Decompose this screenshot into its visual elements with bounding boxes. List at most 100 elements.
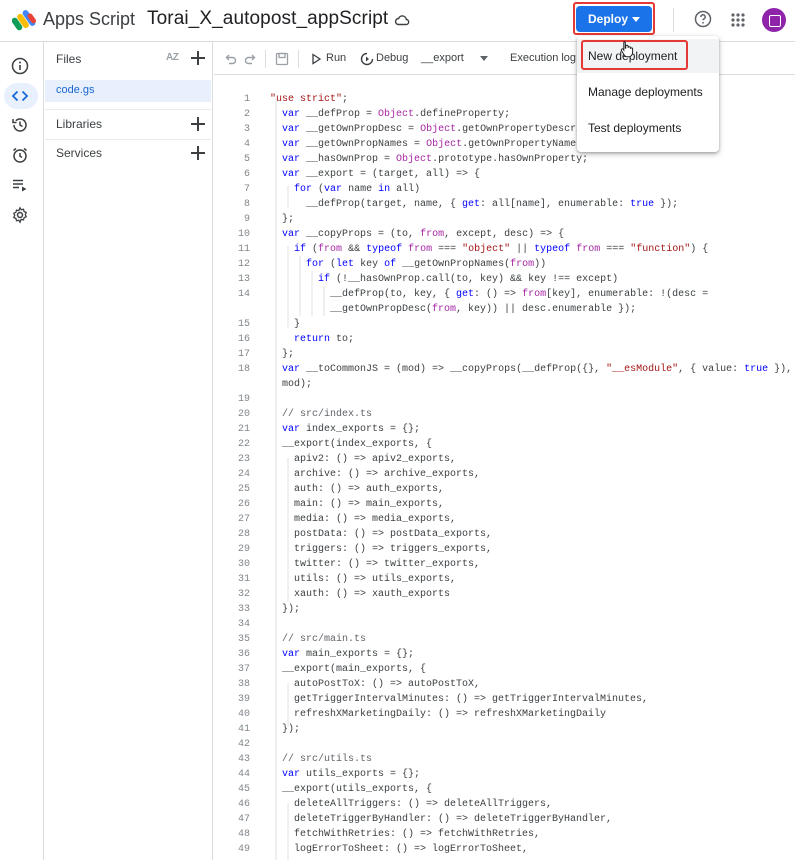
code-line[interactable]: 8 __defProp(target, name, { get: all[nam…	[214, 199, 795, 214]
code-line[interactable]: 34	[214, 619, 795, 634]
code-line[interactable]: 30 twitter: () => twitter_exports,	[214, 559, 795, 574]
code-line[interactable]: 39 getTriggerIntervalMinutes: () => getT…	[214, 694, 795, 709]
code-line[interactable]: 41 });	[214, 724, 795, 739]
line-number: 4	[243, 139, 250, 150]
line-number: 40	[237, 709, 250, 720]
code-line[interactable]: 5 var __hasOwnProp = Object.prototype.ha…	[214, 154, 795, 169]
code-line[interactable]: 14 __defProp(to, key, { get: () => from[…	[214, 289, 795, 304]
code-line[interactable]: 18 var __toCommonJS = (mod) => __copyPro…	[214, 364, 795, 379]
code-line[interactable]: 12 for (let key of __getOwnPropNames(fro…	[214, 259, 795, 274]
code-line[interactable]: 11 if (from && typeof from === "object" …	[214, 244, 795, 259]
undo-icon[interactable]	[223, 52, 237, 66]
project-title[interactable]: Torai_X_autopost_appScript	[147, 8, 388, 30]
code-line[interactable]: 22 __export(index_exports, {	[214, 439, 795, 454]
code-line[interactable]: 20 // src/index.ts	[214, 409, 795, 424]
code-line[interactable]: 40 refreshXMarketingDaily: () => refresh…	[214, 709, 795, 724]
run-play-icon[interactable]	[311, 53, 322, 65]
file-item-code-gs[interactable]: code.gs	[45, 80, 211, 102]
run-button[interactable]: Run	[326, 52, 346, 64]
code-line[interactable]: 49 logErrorToSheet: () => logErrorToShee…	[214, 844, 795, 859]
chevron-down-icon[interactable]	[480, 56, 488, 61]
code-line[interactable]: 33 });	[214, 604, 795, 619]
line-number: 20	[237, 409, 250, 420]
code-line[interactable]: 27 media: () => media_exports,	[214, 514, 795, 529]
line-number: 49	[237, 844, 250, 855]
code-line[interactable]: 38 autoPostToX: () => autoPostToX,	[214, 679, 795, 694]
code-editor[interactable]: 1 "use strict"; 2 var __defProp = Object.d…	[214, 76, 795, 860]
help-icon[interactable]	[694, 10, 712, 28]
code-text: apiv2: () => apiv2_exports,	[270, 454, 457, 465]
code-line[interactable]: 7 for (var name in all)	[214, 184, 795, 199]
code-text: }	[270, 319, 301, 330]
code-line[interactable]: 32 xauth: () => xauth_exports	[214, 589, 795, 604]
code-line[interactable]: mod);	[214, 379, 795, 394]
code-line[interactable]: 26 main: () => main_exports,	[214, 499, 795, 514]
code-line[interactable]: 24 archive: () => archive_exports,	[214, 469, 795, 484]
redo-icon[interactable]	[244, 52, 258, 66]
debug-button[interactable]: Debug	[376, 52, 408, 64]
new-deployment-highlight-outline	[581, 40, 688, 70]
line-number: 33	[237, 604, 250, 615]
code-line[interactable]: 17 };	[214, 349, 795, 364]
code-line[interactable]: 9 };	[214, 214, 795, 229]
menu-item-test-deployments[interactable]: Test deployments	[577, 111, 719, 145]
code-line[interactable]: 37 __export(main_exports, {	[214, 664, 795, 679]
code-line[interactable]: 13 if (!__hasOwnProp.call(to, key) && ke…	[214, 274, 795, 289]
code-line[interactable]: 45 __export(utils_exports, {	[214, 784, 795, 799]
settings-gear-icon[interactable]	[11, 206, 29, 224]
debug-icon[interactable]	[360, 52, 374, 66]
files-panel: Files AZ code.gs Libraries Services	[45, 42, 213, 860]
deploy-button[interactable]: Deploy	[576, 6, 652, 32]
save-icon[interactable]	[275, 52, 289, 66]
code-line[interactable]: 29 triggers: () => triggers_exports,	[214, 544, 795, 559]
add-library-plus-icon[interactable]	[191, 117, 205, 131]
code-text: main: () => main_exports,	[270, 499, 445, 510]
code-line[interactable]: 43 // src/utils.ts	[214, 754, 795, 769]
code-line[interactable]: 15 }	[214, 319, 795, 334]
add-service-plus-icon[interactable]	[191, 146, 205, 160]
triggers-alarm-icon[interactable]	[11, 146, 29, 164]
code-line[interactable]: 6 var __export = (target, all) => {	[214, 169, 795, 184]
code-line[interactable]: 23 apiv2: () => apiv2_exports,	[214, 454, 795, 469]
line-number: 7	[243, 184, 250, 195]
code-line[interactable]: 42	[214, 739, 795, 754]
line-number: 14	[237, 289, 250, 300]
avatar[interactable]	[762, 8, 786, 32]
google-apps-icon[interactable]	[731, 13, 745, 27]
line-number: 46	[237, 799, 250, 810]
execution-log-button[interactable]: Execution log	[510, 52, 576, 64]
code-line[interactable]: 47 deleteTriggerByHandler: () => deleteT…	[214, 814, 795, 829]
code-line[interactable]: 46 deleteAllTriggers: () => deleteAllTri…	[214, 799, 795, 814]
code-line[interactable]: 36 var main_exports = {};	[214, 649, 795, 664]
code-text: var utils_exports = {};	[282, 769, 421, 780]
line-number: 39	[237, 694, 250, 705]
code-line[interactable]: 25 auth: () => auth_exports,	[214, 484, 795, 499]
code-line[interactable]: 31 utils: () => utils_exports,	[214, 574, 795, 589]
line-number: 27	[237, 514, 250, 525]
menu-item-manage-deployments[interactable]: Manage deployments	[577, 75, 719, 109]
deploy-label: Deploy	[588, 12, 629, 26]
hand-pointer-cursor-icon	[620, 41, 634, 58]
code-line[interactable]: 16 return to;	[214, 334, 795, 349]
code-line[interactable]: 28 postData: () => postData_exports,	[214, 529, 795, 544]
code-line[interactable]: 19	[214, 394, 795, 409]
header-divider	[673, 8, 674, 32]
add-file-plus-icon[interactable]	[191, 51, 205, 65]
code-line[interactable]: 21 var index_exports = {};	[214, 424, 795, 439]
code-text: if (!__hasOwnProp.call(to, key) && key !…	[318, 274, 619, 285]
code-line[interactable]: __getOwnPropDesc(from, key)) || desc.enu…	[214, 304, 795, 319]
code-text: archive: () => archive_exports,	[270, 469, 481, 480]
code-line[interactable]: 10 var __copyProps = (to, from, except, …	[214, 229, 795, 244]
function-select[interactable]: __export	[421, 52, 464, 64]
code-line[interactable]: 44 var utils_exports = {};	[214, 769, 795, 784]
history-icon[interactable]	[11, 116, 29, 134]
code-line[interactable]: 35 // src/main.ts	[214, 634, 795, 649]
editor-code-icon[interactable]	[11, 87, 29, 105]
executions-list-icon[interactable]	[11, 176, 29, 194]
sort-az-icon[interactable]: AZ	[166, 52, 179, 63]
code-text: return to;	[294, 334, 355, 345]
line-number: 47	[237, 814, 250, 825]
overview-info-icon[interactable]	[11, 57, 29, 75]
code-line[interactable]: 48 fetchWithRetries: () => fetchWithRetr…	[214, 829, 795, 844]
apps-script-logo-icon[interactable]	[12, 8, 38, 32]
